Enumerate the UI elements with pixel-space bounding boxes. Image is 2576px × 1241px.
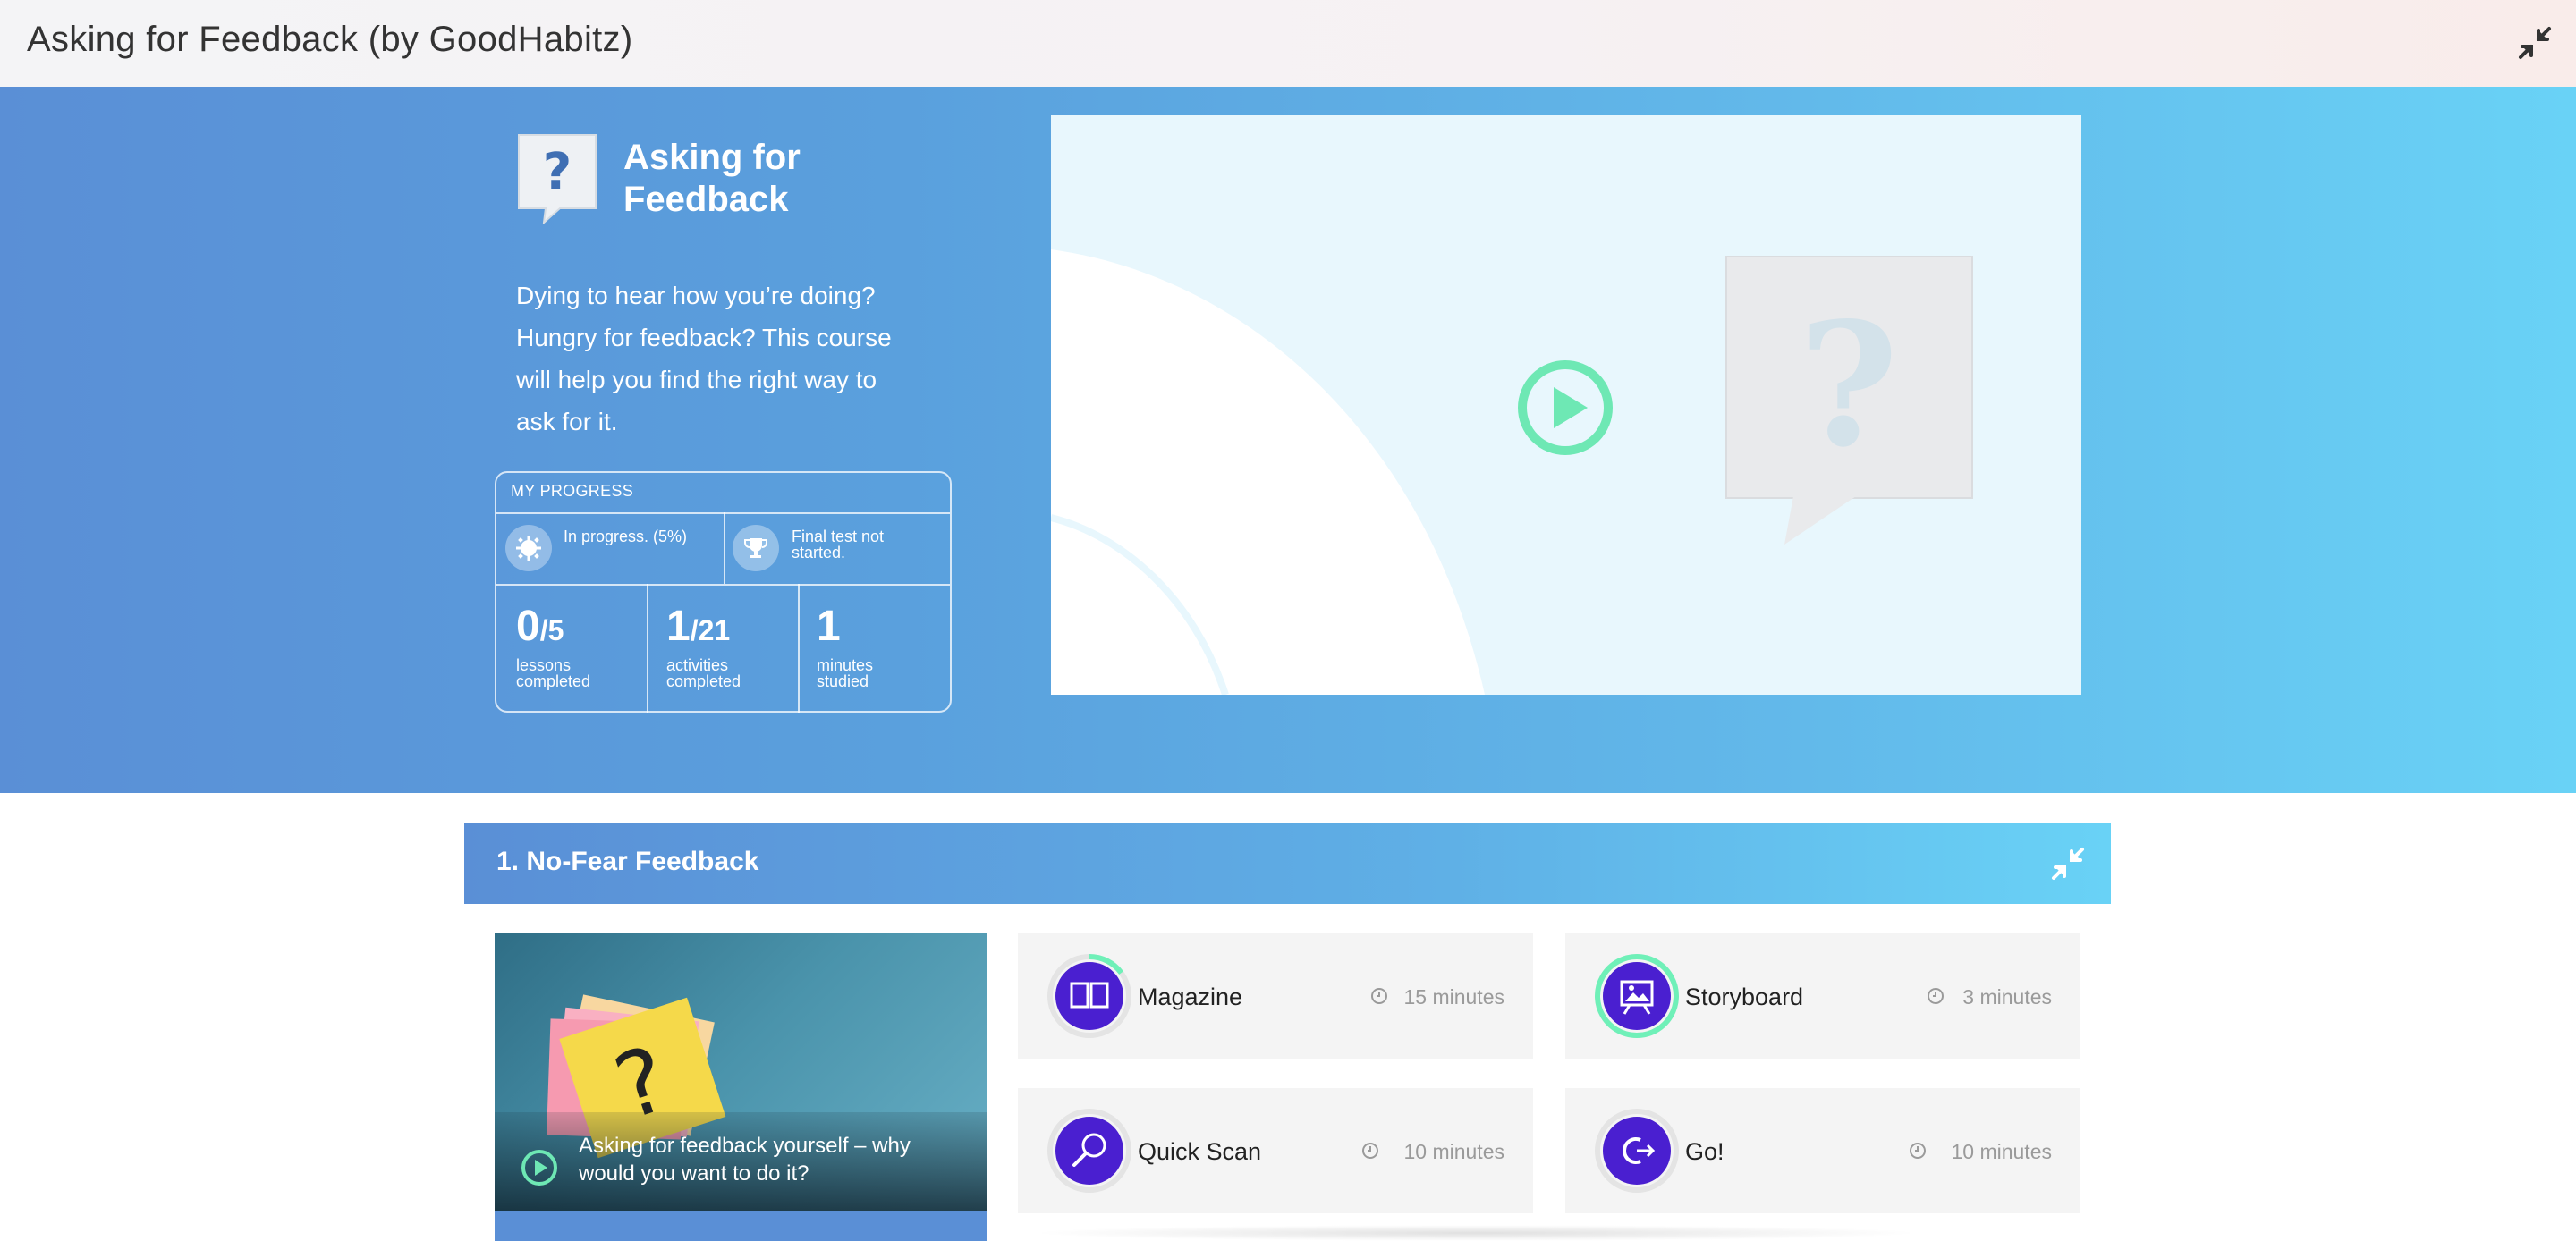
course-description: Dying to hear how you’re doing? Hungry f… (516, 282, 892, 435)
activity-card-storyboard[interactable]: Storyboard 3 minutes (1565, 933, 2080, 1059)
course-intro-video[interactable]: ? (1051, 115, 2081, 695)
go-icon (1592, 1106, 1682, 1195)
divider (496, 584, 950, 586)
scroll-shadow (1029, 1225, 1923, 1241)
collapse-module-icon[interactable] (2050, 846, 2086, 882)
course-title: Asking for Feedback (623, 138, 801, 219)
activity-duration: 15 minutes (1403, 985, 1504, 1009)
activity-name: Go! (1685, 1138, 1724, 1165)
play-button[interactable] (1516, 359, 1614, 457)
module-title: 1. No-Fear Feedback (496, 847, 759, 876)
activity-card-magazine[interactable]: Magazine 15 minutes (1018, 933, 1533, 1059)
book-icon (1045, 951, 1134, 1041)
lesson-card-footer (495, 1211, 987, 1241)
storyboard-icon (1592, 951, 1682, 1041)
activities-label: activities completed (666, 656, 741, 690)
progress-status: In progress. (5%) (564, 528, 688, 545)
divider (724, 512, 725, 584)
lesson-video-card[interactable]: ? Asking for feedback yourself – why wou… (495, 933, 987, 1241)
course-hero: ? Asking for Feedback Dying to hear how … (0, 87, 2576, 793)
progress-heading: MY PROGRESS (511, 482, 633, 500)
video-thumbnail-bubble-icon: ? (1725, 256, 1973, 545)
minutes-label: minutes studied (817, 656, 874, 690)
window-title: Asking for Feedback (by GoodHabitz) (27, 20, 633, 59)
clock-icon (1362, 1143, 1378, 1159)
lessons-stat: 0/5 (516, 603, 564, 650)
module-header[interactable]: 1. No-Fear Feedback (464, 823, 2111, 904)
clock-icon (1910, 1143, 1926, 1159)
clock-icon (1371, 988, 1387, 1004)
final-test-status: Final test not started. (792, 528, 885, 561)
play-icon[interactable] (520, 1148, 559, 1187)
minutes-stat: 1 (817, 603, 841, 650)
trophy-icon (733, 525, 779, 571)
question-bubble-icon: ? (517, 133, 597, 225)
lesson-caption: Asking for feedback yourself – why would… (495, 1112, 987, 1211)
activity-card-quick-scan[interactable]: Quick Scan 10 minutes (1018, 1088, 1533, 1213)
activity-duration: 10 minutes (1403, 1140, 1504, 1163)
divider (647, 584, 648, 713)
divider (798, 584, 800, 713)
in-progress-icon (505, 525, 552, 571)
lesson-title: Asking for feedback yourself – why would… (579, 1134, 911, 1186)
activity-name: Magazine (1138, 984, 1243, 1010)
lessons-label: lessons completed (516, 656, 591, 690)
activity-card-go[interactable]: Go! 10 minutes (1565, 1088, 2080, 1213)
activity-name: Quick Scan (1138, 1138, 1262, 1165)
progress-panel: MY PROGRESS In progress. (5%) Final test… (495, 471, 952, 713)
svg-text:?: ? (543, 143, 572, 201)
window-titlebar: Asking for Feedback (by GoodHabitz) (0, 0, 2576, 88)
magnifier-icon (1045, 1106, 1134, 1195)
activity-duration: 10 minutes (1951, 1140, 2052, 1163)
activity-name: Storyboard (1685, 984, 1804, 1010)
clock-icon (1928, 988, 1944, 1004)
activity-duration: 3 minutes (1962, 985, 2052, 1009)
play-icon (1518, 360, 1613, 455)
activities-stat: 1/21 (666, 603, 731, 650)
svg-text:?: ? (1799, 285, 1898, 485)
exit-fullscreen-icon[interactable] (2517, 25, 2553, 61)
